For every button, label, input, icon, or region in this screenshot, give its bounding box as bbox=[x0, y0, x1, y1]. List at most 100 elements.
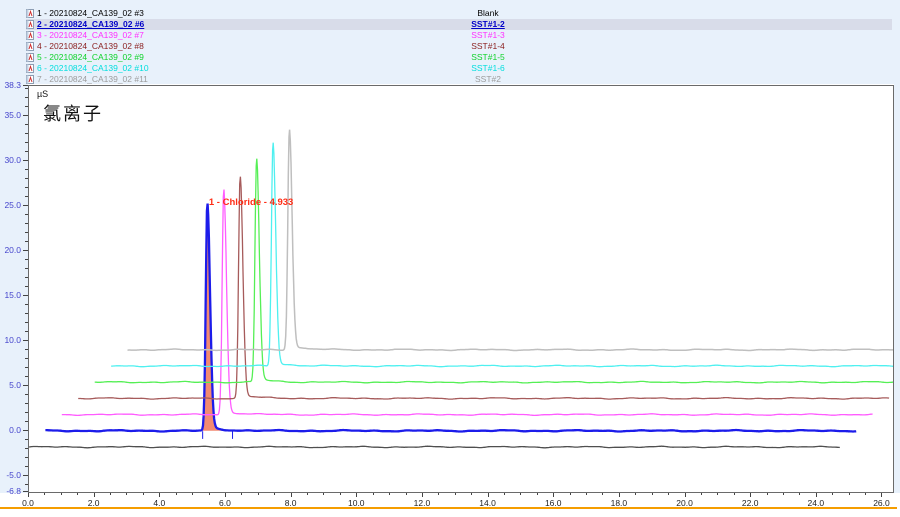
x-major-tick bbox=[225, 493, 226, 497]
chromatogram-icon bbox=[26, 9, 34, 18]
legend-sample-name: Blank bbox=[428, 8, 548, 19]
x-axis: 0.02.04.06.08.010.012.014.016.018.020.02… bbox=[28, 493, 894, 508]
x-minor-tick bbox=[602, 493, 603, 495]
x-minor-tick bbox=[323, 493, 324, 495]
x-minor-tick bbox=[570, 493, 571, 495]
x-minor-tick bbox=[44, 493, 45, 495]
chromatogram-icon bbox=[26, 31, 34, 40]
x-minor-tick bbox=[455, 493, 456, 495]
x-minor-tick bbox=[307, 493, 308, 495]
x-minor-tick bbox=[504, 493, 505, 495]
legend-sample-name: SST#1-5 bbox=[428, 52, 548, 63]
x-minor-tick bbox=[126, 493, 127, 495]
legend-injection-label: 6 - 20210824_CA139_02 #10 bbox=[37, 63, 149, 74]
x-major-tick bbox=[881, 493, 882, 497]
legend-injection-label: 1 - 20210824_CA139_02 #3 bbox=[37, 8, 144, 19]
x-minor-tick bbox=[734, 493, 735, 495]
chromatogram-icon bbox=[26, 75, 34, 84]
x-major-tick bbox=[422, 493, 423, 497]
x-minor-tick bbox=[586, 493, 587, 495]
legend-sample-name: SST#2 bbox=[428, 74, 548, 85]
x-major-tick bbox=[553, 493, 554, 497]
legend-injection-label: 5 - 20210824_CA139_02 #9 bbox=[37, 52, 144, 63]
x-minor-tick bbox=[652, 493, 653, 495]
legend-sample-name: SST#1-3 bbox=[428, 30, 548, 41]
x-major-tick bbox=[94, 493, 95, 497]
trace-blank bbox=[29, 446, 840, 448]
chromatogram-canvas[interactable]: 1 - Chloride - 4.933 bbox=[29, 86, 893, 492]
x-minor-tick bbox=[274, 493, 275, 495]
x-minor-tick bbox=[110, 493, 111, 495]
x-minor-tick bbox=[438, 493, 439, 495]
y-axis: 38.335.030.025.020.015.010.05.00.0-5.0-6… bbox=[0, 84, 28, 493]
x-minor-tick bbox=[471, 493, 472, 495]
x-minor-tick bbox=[767, 493, 768, 495]
legend-injection-label: 2 - 20210824_CA139_02 #6 bbox=[37, 19, 144, 30]
y-tick-label: 30.0 bbox=[0, 155, 21, 165]
x-minor-tick bbox=[373, 493, 374, 495]
x-minor-tick bbox=[143, 493, 144, 495]
x-minor-tick bbox=[635, 493, 636, 495]
chromatogram-icon bbox=[26, 20, 34, 29]
pane-divider bbox=[0, 507, 897, 509]
chromatogram-icon bbox=[26, 42, 34, 51]
x-minor-tick bbox=[701, 493, 702, 495]
chromatogram-icon bbox=[26, 64, 34, 73]
x-minor-tick bbox=[77, 493, 78, 495]
legend-sample-name: SST#1-2 bbox=[428, 19, 548, 30]
y-tick-label: -6.8 bbox=[0, 486, 21, 496]
right-margin bbox=[894, 84, 900, 493]
legend-row-4[interactable]: 4 - 20210824_CA139_02 #8 SST#1-4 bbox=[26, 41, 892, 52]
legend-sample-name: SST#1-6 bbox=[428, 63, 548, 74]
y-tick-label: 15.0 bbox=[0, 290, 21, 300]
x-major-tick bbox=[816, 493, 817, 497]
y-tick-label: 10.0 bbox=[0, 335, 21, 345]
chromatogram-icon bbox=[26, 53, 34, 62]
y-tick-label: 35.0 bbox=[0, 110, 21, 120]
plot-area[interactable]: µS 氯离子 1 - Chloride - 4.933 bbox=[28, 85, 894, 493]
x-minor-tick bbox=[192, 493, 193, 495]
x-major-tick bbox=[159, 493, 160, 497]
x-minor-tick bbox=[799, 493, 800, 495]
legend-row-6[interactable]: 6 - 20210824_CA139_02 #10 SST#1-6 bbox=[26, 63, 892, 74]
x-major-tick bbox=[291, 493, 292, 497]
x-minor-tick bbox=[537, 493, 538, 495]
y-tick-label: 5.0 bbox=[0, 380, 21, 390]
y-tick-label: 20.0 bbox=[0, 245, 21, 255]
y-tick-label: 25.0 bbox=[0, 200, 21, 210]
x-major-tick bbox=[750, 493, 751, 497]
x-minor-tick bbox=[258, 493, 259, 495]
x-major-tick bbox=[488, 493, 489, 497]
x-minor-tick bbox=[520, 493, 521, 495]
x-minor-tick bbox=[176, 493, 177, 495]
legend-injection-label: 7 - 20210824_CA139_02 #11 bbox=[37, 74, 148, 85]
x-minor-tick bbox=[783, 493, 784, 495]
x-minor-tick bbox=[61, 493, 62, 495]
trace-sst-1-2 bbox=[45, 204, 856, 432]
y-tick-label: -5.0 bbox=[0, 470, 21, 480]
x-minor-tick bbox=[832, 493, 833, 495]
x-major-tick bbox=[356, 493, 357, 497]
x-minor-tick bbox=[865, 493, 866, 495]
legend-row-2[interactable]: 2 - 20210824_CA139_02 #6 SST#1-2 bbox=[26, 19, 892, 30]
legend-injection-label: 4 - 20210824_CA139_02 #8 bbox=[37, 41, 144, 52]
x-minor-tick bbox=[241, 493, 242, 495]
x-major-tick bbox=[685, 493, 686, 497]
y-tick-label: 38.3 bbox=[0, 80, 21, 90]
x-minor-tick bbox=[209, 493, 210, 495]
legend-row-1[interactable]: 1 - 20210824_CA139_02 #3 Blank bbox=[26, 8, 892, 19]
x-minor-tick bbox=[340, 493, 341, 495]
x-minor-tick bbox=[389, 493, 390, 495]
legend-row-3[interactable]: 3 - 20210824_CA139_02 #7 SST#1-3 bbox=[26, 30, 892, 41]
x-major-tick bbox=[28, 493, 29, 497]
chromatography-window: 1 - 20210824_CA139_02 #3Blank2 - 2021082… bbox=[0, 0, 900, 517]
x-minor-tick bbox=[668, 493, 669, 495]
x-minor-tick bbox=[849, 493, 850, 495]
legend-row-7[interactable]: 7 - 20210824_CA139_02 #11 SST#2 bbox=[26, 74, 892, 85]
legend-sample-name: SST#1-4 bbox=[428, 41, 548, 52]
x-minor-tick bbox=[406, 493, 407, 495]
injection-legend: 1 - 20210824_CA139_02 #3Blank2 - 2021082… bbox=[0, 0, 900, 84]
x-minor-tick bbox=[717, 493, 718, 495]
legend-injection-label: 3 - 20210824_CA139_02 #7 bbox=[37, 30, 144, 41]
legend-row-5[interactable]: 5 - 20210824_CA139_02 #9 SST#1-5 bbox=[26, 52, 892, 63]
